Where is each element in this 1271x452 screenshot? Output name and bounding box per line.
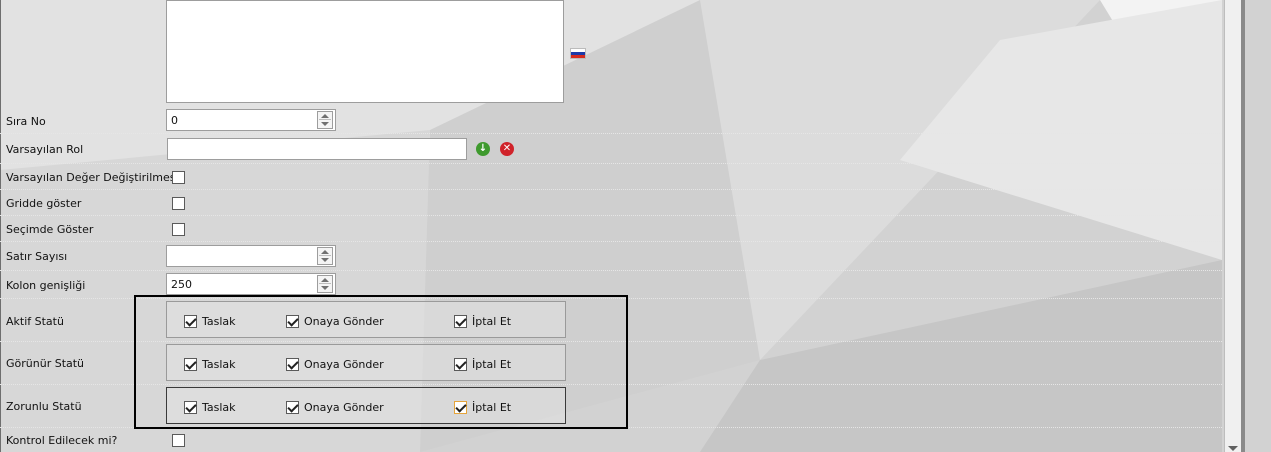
row-separator: [0, 215, 1222, 216]
spinner-up-icon[interactable]: [321, 114, 329, 118]
right-border: [1241, 0, 1245, 452]
sira-no-label: Sıra No: [6, 115, 46, 128]
vertical-scrollbar[interactable]: [1224, 0, 1241, 452]
spinner-buttons[interactable]: [317, 275, 333, 293]
highlight-box: [134, 295, 628, 429]
varsayilan-rol-label: Varsayılan Rol: [6, 143, 84, 156]
description-textarea[interactable]: [166, 0, 564, 103]
spinner-down-icon[interactable]: [321, 122, 329, 126]
varsayilan-rol-input[interactable]: [167, 138, 467, 160]
row-separator: [0, 241, 1222, 242]
russian-flag-icon[interactable]: [570, 48, 586, 59]
secimde-goster-label: Seçimde Göster: [6, 223, 94, 236]
kolon-genisligi-value[interactable]: 250: [171, 278, 192, 291]
zorunlu-statu-label: Zorunlu Statü: [6, 400, 82, 413]
spinner-buttons[interactable]: [317, 247, 333, 265]
gridde-goster-label: Gridde göster: [6, 197, 82, 210]
varsayilan-deger-checkbox[interactable]: [172, 171, 185, 184]
row-separator: [0, 133, 1222, 134]
scroll-down-icon[interactable]: [1228, 446, 1238, 451]
spinner-buttons[interactable]: [317, 111, 333, 129]
row-separator: [0, 270, 1222, 271]
kontrol-checkbox[interactable]: [172, 434, 185, 447]
kolon-genisligi-spinner[interactable]: 250: [166, 273, 336, 295]
kontrol-label: Kontrol Edilecek mi?: [6, 434, 118, 447]
sira-no-spinner[interactable]: 0: [166, 109, 336, 131]
gorunur-statu-label: Görünür Statü: [6, 357, 85, 370]
gridde-goster-checkbox[interactable]: [172, 197, 185, 210]
spinner-down-icon[interactable]: [321, 258, 329, 262]
row-separator: [0, 189, 1222, 190]
spinner-up-icon[interactable]: [321, 278, 329, 282]
varsayilan-deger-label: Varsayılan Değer Değiştirilmesin: [6, 171, 186, 184]
remove-circle-icon[interactable]: ✕: [500, 142, 514, 156]
satir-sayisi-label: Satır Sayısı: [6, 250, 68, 263]
satir-sayisi-spinner[interactable]: [166, 245, 336, 267]
add-circle-icon[interactable]: ↓: [476, 142, 490, 156]
spinner-down-icon[interactable]: [321, 286, 329, 290]
aktif-statu-label: Aktif Statü: [6, 315, 64, 328]
secimde-goster-checkbox[interactable]: [172, 223, 185, 236]
sira-no-value[interactable]: 0: [171, 114, 178, 127]
kolon-genisligi-label: Kolon genişliği: [6, 279, 86, 292]
row-separator: [0, 163, 1222, 164]
spinner-up-icon[interactable]: [321, 250, 329, 254]
